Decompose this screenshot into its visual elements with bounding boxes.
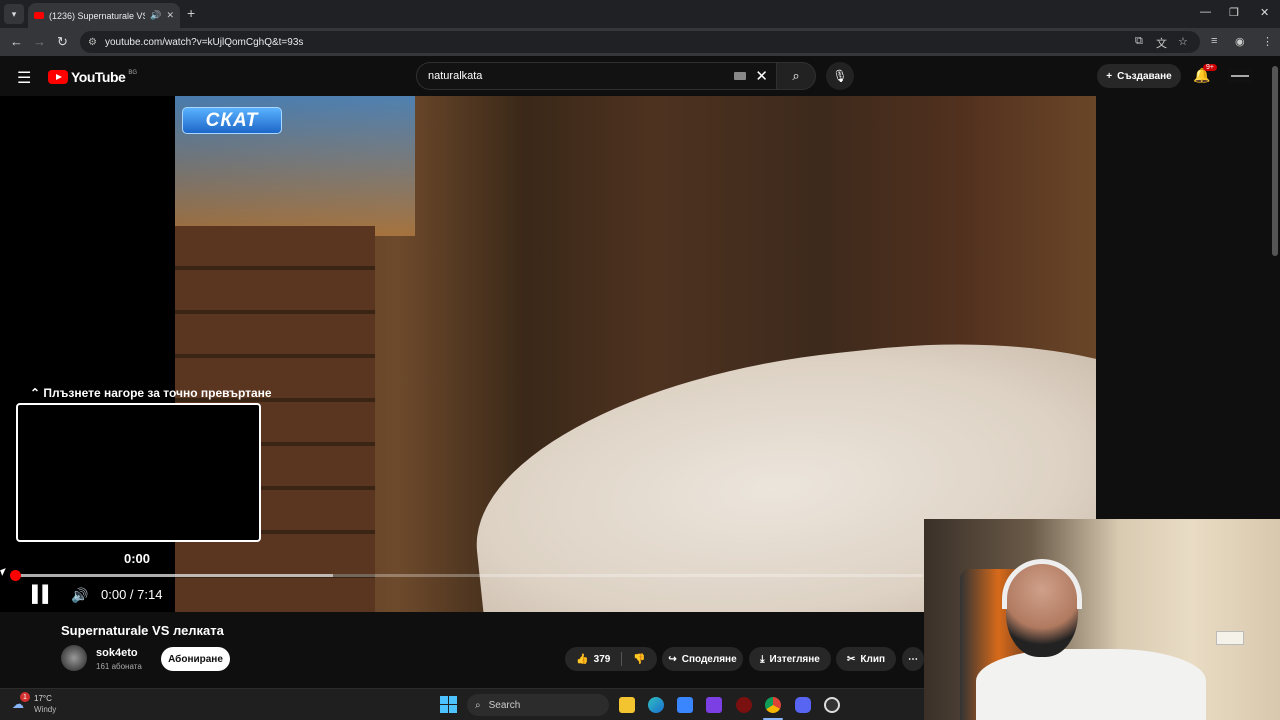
create-button[interactable]: + Създаване [1097, 64, 1181, 88]
browser-tab-bar: ▾ (1236) Supernaturale VS лелката 🔊 ✕ + … [0, 0, 1280, 28]
media-controls-icon[interactable]: ≡ [1211, 35, 1217, 47]
seek-hint-text: ⌃ Плъзнете нагоре за точно превъртане [30, 386, 272, 400]
time-display: 0:00 / 7:14 [101, 587, 163, 602]
channel-avatar[interactable] [61, 645, 87, 671]
buffered-bar [15, 574, 333, 577]
new-tab-button[interactable]: + [187, 5, 195, 21]
country-code: BG [128, 70, 137, 76]
more-actions-button[interactable]: ⋯ [902, 647, 924, 671]
reload-button[interactable]: ↻ [57, 34, 68, 50]
discord-icon[interactable] [795, 697, 811, 713]
download-label: Изтегляне [769, 653, 820, 665]
youtube-logo[interactable]: YouTube BG [48, 69, 137, 85]
search-query: naturalkata [428, 70, 483, 82]
volume-icon[interactable]: 🔊 [71, 587, 88, 604]
app-icon[interactable] [736, 697, 752, 713]
plus-icon: + [1106, 70, 1113, 82]
download-button[interactable]: ⤓ Изтегляне [749, 647, 831, 671]
search-icon: ⌕ [475, 699, 481, 711]
like-count[interactable]: 379 [594, 654, 611, 665]
browser-menu-icon[interactable]: ⋮ [1262, 35, 1273, 48]
search-button[interactable]: ⌕ [776, 62, 816, 90]
browser-tab[interactable]: (1236) Supernaturale VS лелката 🔊 ✕ [28, 3, 180, 28]
tab-search-dropdown[interactable]: ▾ [4, 4, 24, 24]
weather-badge: 1 [20, 692, 30, 702]
forward-button[interactable]: → [33, 34, 46, 49]
youtube-play-icon [48, 70, 68, 84]
subscriber-count: 161 абоната [96, 662, 142, 671]
youtube-favicon-icon [34, 12, 44, 19]
store-icon[interactable] [677, 697, 693, 713]
like-icon[interactable]: 👍 [576, 654, 588, 665]
hamburger-menu-icon[interactable]: ☰ [17, 68, 31, 88]
logo-text: YouTube [71, 69, 126, 85]
youtube-header: ☰ YouTube BG naturalkata ✕ ⌕ 🎙 + Създава… [0, 56, 1280, 96]
page-scrollbar[interactable] [1272, 66, 1278, 256]
seek-preview-thumbnail [16, 403, 261, 542]
video-title: Supernaturale VS лелката [61, 623, 224, 638]
clip-button[interactable]: ✂ Клип [836, 647, 896, 671]
translate-icon[interactable]: 文 [1156, 35, 1167, 51]
minimize-button[interactable]: — [1200, 6, 1211, 18]
taskbar-search-placeholder: Search [488, 699, 521, 711]
site-info-icon[interactable]: ⚙ [88, 37, 97, 48]
browser-toolbar: ← → ↻ ⚙ youtube.com/watch?v=kUjlQomCghQ&… [0, 28, 1280, 56]
share-icon: ↪ [668, 653, 677, 665]
address-bar[interactable]: ⚙ youtube.com/watch?v=kUjlQomCghQ&t=93s [80, 31, 1200, 53]
profile-avatar-icon[interactable]: ◉ [1235, 35, 1245, 48]
tab-close-icon[interactable]: ✕ [166, 10, 174, 21]
notification-badge: 9+ [1203, 64, 1217, 71]
bookmark-star-icon[interactable]: ☆ [1178, 35, 1188, 48]
search-input[interactable]: naturalkata ✕ [416, 62, 776, 90]
taskbar-search[interactable]: ⌕ Search [467, 694, 609, 716]
scissors-icon: ✂ [846, 653, 856, 665]
progress-scrubber[interactable] [10, 570, 21, 581]
voice-search-button[interactable]: 🎙 [826, 62, 854, 90]
webcam-overlay [924, 519, 1280, 720]
seek-preview-time: 0:00 [124, 551, 151, 566]
app-icon[interactable] [706, 697, 722, 713]
url-text: youtube.com/watch?v=kUjlQomCghQ&t=93s [104, 36, 304, 48]
tab-title: (1236) Supernaturale VS лелката [49, 10, 145, 21]
edge-icon[interactable] [648, 697, 664, 713]
weather-description[interactable]: Windy [34, 705, 56, 714]
close-window-button[interactable]: ✕ [1260, 6, 1269, 19]
clear-search-icon[interactable]: ✕ [755, 67, 768, 85]
subscribe-button[interactable]: Абониране [161, 647, 230, 671]
share-button[interactable]: ↪ Споделяне [662, 647, 743, 671]
pause-button[interactable]: ▌▌ [32, 586, 54, 604]
chrome-icon[interactable] [765, 697, 781, 713]
clip-label: Клип [860, 653, 886, 665]
file-explorer-icon[interactable] [619, 697, 635, 713]
keyboard-icon[interactable] [734, 72, 746, 80]
account-avatar[interactable] [1228, 69, 1252, 83]
channel-watermark-logo: СКАТ [182, 107, 282, 134]
create-label: Създаване [1117, 70, 1172, 82]
windows-taskbar: ☁ 1 17°C Windy ⌕ Search [0, 688, 924, 720]
temperature[interactable]: 17°C [34, 694, 52, 703]
windows-start-icon[interactable] [440, 696, 457, 713]
dislike-icon[interactable]: 👎 [633, 654, 645, 665]
share-label: Споделяне [681, 653, 737, 665]
install-app-icon[interactable]: ⧉ [1135, 35, 1143, 48]
tab-audio-icon[interactable]: 🔊 [150, 10, 161, 21]
channel-name[interactable]: sok4eto [96, 647, 138, 659]
maximize-button[interactable]: ❐ [1229, 6, 1239, 19]
obs-icon[interactable] [824, 697, 840, 713]
back-button[interactable]: ← [10, 34, 23, 49]
like-dislike-group: 👍 379 👎 [565, 647, 657, 671]
download-icon: ⤓ [760, 653, 765, 665]
